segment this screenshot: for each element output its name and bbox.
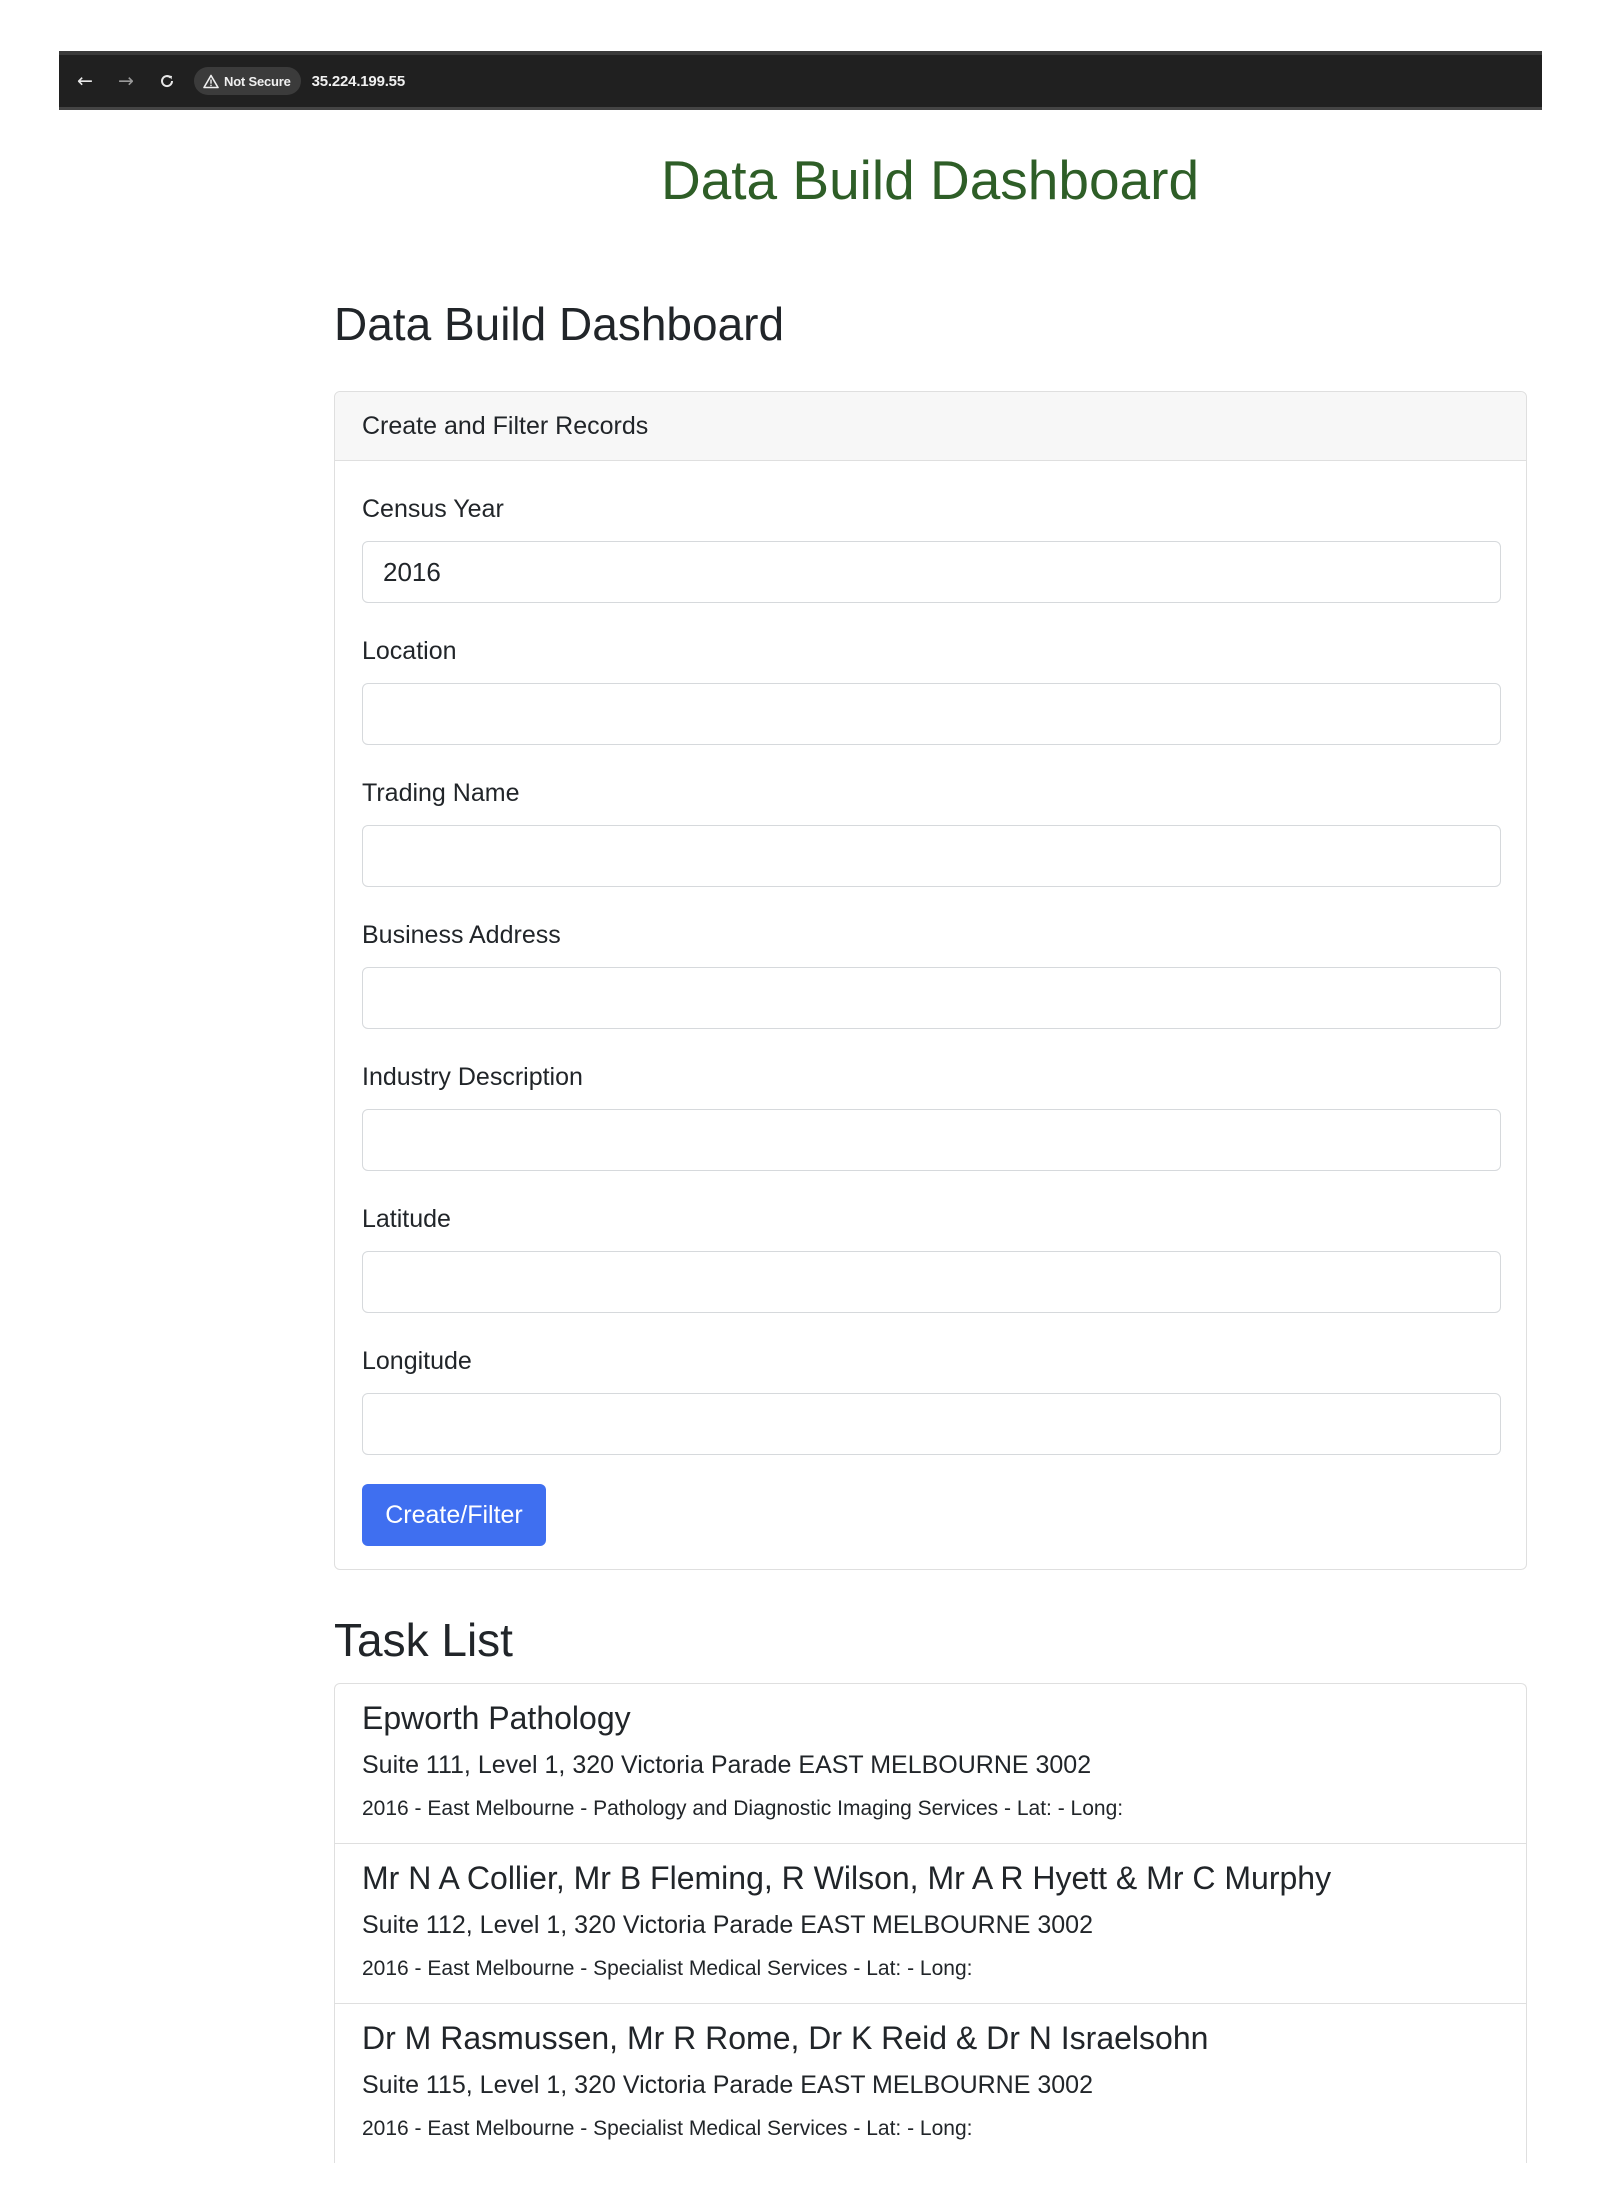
location-input[interactable] xyxy=(362,683,1501,745)
task-list-item[interactable]: Mr N A Collier, Mr B Fleming, R Wilson, … xyxy=(335,1844,1526,2004)
page: ← → Not Secure 35.224.199.55 Data Build … xyxy=(0,0,1605,2192)
security-label: Not Secure xyxy=(224,73,291,89)
task-trading-name: Epworth Pathology xyxy=(362,1700,631,1736)
arrow-left-icon[interactable]: ← xyxy=(72,68,98,94)
longitude-input[interactable] xyxy=(362,1393,1501,1455)
card-header: Create and Filter Records xyxy=(335,392,1526,461)
task-details: 2016 - East Melbourne - Pathology and Di… xyxy=(362,1797,1124,1820)
task-details: 2016 - East Melbourne - Specialist Medic… xyxy=(362,2117,973,2140)
task-address: Suite 111, Level 1, 320 Victoria Parade … xyxy=(362,1751,1092,1779)
task-details: 2016 - East Melbourne - Specialist Medic… xyxy=(362,1957,973,1980)
census-year-label: Census Year xyxy=(362,495,504,523)
trading-name-label: Trading Name xyxy=(362,779,520,807)
latitude-label: Latitude xyxy=(362,1205,451,1233)
location-label: Location xyxy=(362,637,457,665)
reload-icon[interactable] xyxy=(154,68,180,94)
task-list-item[interactable]: Epworth Pathology Suite 111, Level 1, 32… xyxy=(335,1684,1526,1844)
task-address: Suite 112, Level 1, 320 Victoria Parade … xyxy=(362,1911,1093,1939)
census-year-input[interactable] xyxy=(362,541,1501,603)
create-filter-card: Create and Filter Records Census Year Lo… xyxy=(334,391,1527,1570)
business-address-label: Business Address xyxy=(362,921,561,949)
task-list-heading: Task List xyxy=(334,1614,513,1666)
task-address: Suite 115, Level 1, 320 Victoria Parade … xyxy=(362,2071,1093,2099)
task-trading-name: Dr M Rasmussen, Mr R Rome, Dr K Reid & D… xyxy=(362,2020,1209,2056)
security-indicator[interactable]: Not Secure xyxy=(194,67,301,95)
site-title: Data Build Dashboard xyxy=(660,149,1200,211)
create-filter-button[interactable]: Create/Filter xyxy=(362,1484,546,1546)
browser-toolbar: ← → Not Secure 35.224.199.55 xyxy=(59,51,1542,110)
trading-name-input[interactable] xyxy=(362,825,1501,887)
industry-description-input[interactable] xyxy=(362,1109,1501,1171)
page-heading: Data Build Dashboard xyxy=(334,298,785,350)
task-trading-name: Mr N A Collier, Mr B Fleming, R Wilson, … xyxy=(362,1860,1332,1896)
industry-description-label: Industry Description xyxy=(362,1063,583,1091)
business-address-input[interactable] xyxy=(362,967,1501,1029)
address-bar-url[interactable]: 35.224.199.55 xyxy=(312,73,406,90)
latitude-input[interactable] xyxy=(362,1251,1501,1313)
arrow-right-icon[interactable]: → xyxy=(113,68,139,94)
warning-icon xyxy=(202,72,220,90)
task-list: Epworth Pathology Suite 111, Level 1, 32… xyxy=(334,1683,1527,2163)
longitude-label: Longitude xyxy=(362,1347,472,1375)
task-list-item[interactable]: Dr M Rasmussen, Mr R Rome, Dr K Reid & D… xyxy=(335,2004,1526,2163)
